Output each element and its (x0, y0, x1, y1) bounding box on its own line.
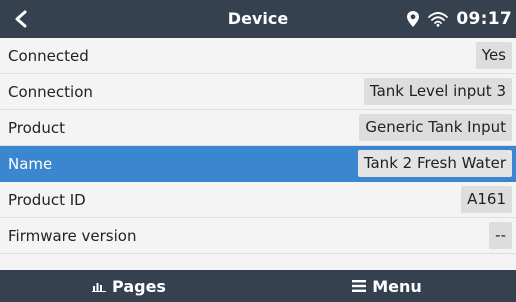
row-label: Name (8, 155, 53, 173)
row-firmware-version[interactable]: Firmware version -- (0, 218, 516, 254)
row-name[interactable]: Name Tank 2 Fresh Water (0, 146, 516, 182)
device-screen: Device 09:17 Connected Yes Connection Ta… (0, 0, 516, 302)
back-button[interactable] (6, 3, 36, 35)
hamburger-menu-icon (352, 280, 367, 292)
row-value: Tank Level input 3 (363, 78, 512, 105)
row-product[interactable]: Product Generic Tank Input (0, 110, 516, 146)
row-connected[interactable]: Connected Yes (0, 38, 516, 74)
row-label: Firmware version (8, 227, 137, 245)
bottom-nav-bar: Pages Menu (0, 270, 516, 302)
menu-label: Menu (372, 276, 422, 296)
status-bar: Device 09:17 (0, 0, 516, 38)
row-value: -- (489, 222, 512, 249)
wifi-icon (428, 11, 449, 27)
pages-label: Pages (112, 276, 166, 296)
location-pin-icon (406, 10, 420, 28)
row-label: Product ID (8, 191, 86, 209)
row-value: Tank 2 Fresh Water (357, 150, 512, 177)
row-connection[interactable]: Connection Tank Level input 3 (0, 74, 516, 110)
row-label: Connected (8, 47, 89, 65)
row-label: Product (8, 119, 65, 137)
row-value: Yes (475, 42, 512, 69)
status-indicators: 09:17 (406, 0, 512, 38)
row-product-id[interactable]: Product ID A161 (0, 182, 516, 218)
menu-button[interactable]: Menu (258, 270, 516, 302)
row-value: Generic Tank Input (359, 114, 512, 141)
device-settings-list: Connected Yes Connection Tank Level inpu… (0, 38, 516, 254)
chevron-left-icon (15, 10, 27, 28)
row-value: A161 (461, 186, 512, 213)
clock-time: 09:17 (456, 9, 512, 29)
row-label: Connection (8, 83, 93, 101)
bar-chart-icon (92, 280, 107, 292)
pages-button[interactable]: Pages (0, 270, 258, 302)
